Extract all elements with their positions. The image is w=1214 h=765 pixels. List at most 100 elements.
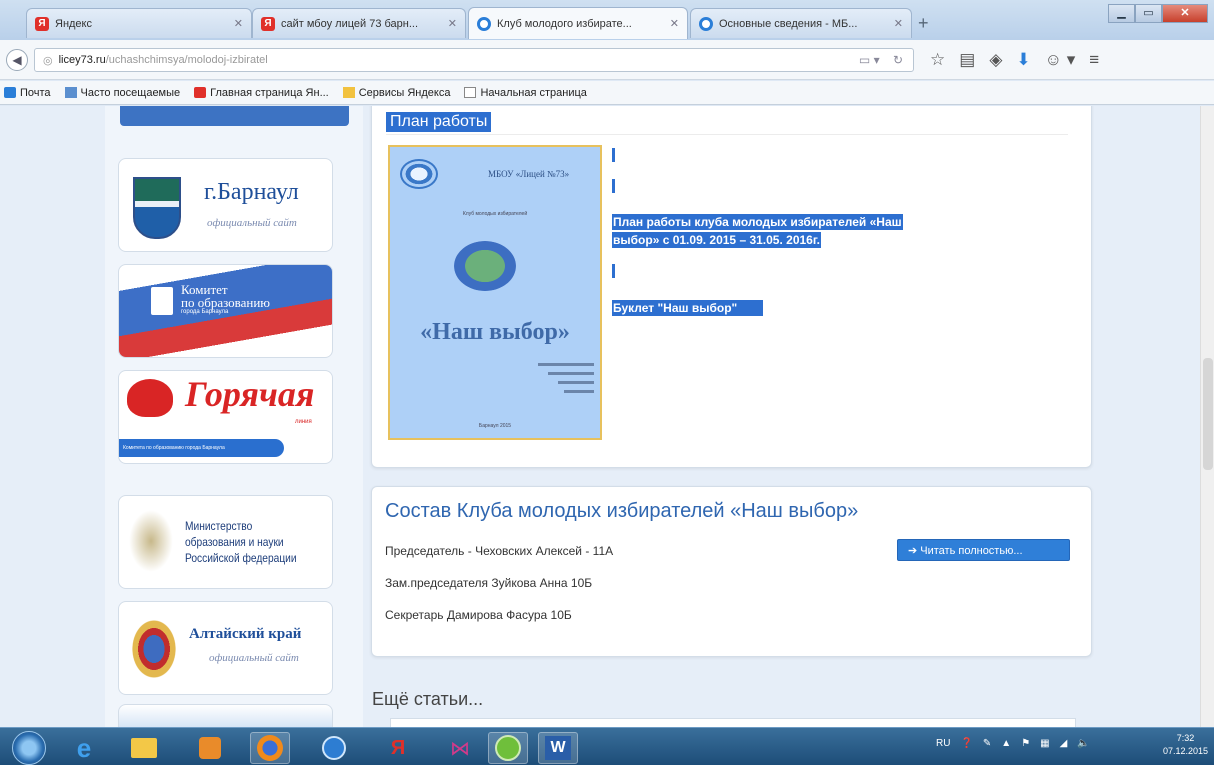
- scrollbar-thumb[interactable]: [1203, 358, 1213, 470]
- selection-mark: [612, 148, 615, 162]
- tab-label: Основные сведения - МБ...: [719, 17, 858, 30]
- star-icon[interactable]: ☆: [930, 50, 945, 70]
- booklet-school: МБОУ «Лицей №73»: [488, 169, 570, 179]
- plan-link-line1[interactable]: План работы клуба молодых избирателей «Н…: [612, 214, 903, 230]
- tab-strip: Я Яндекс ✕ Я сайт мбоу лицей 73 барн... …: [0, 0, 1214, 40]
- network-icon[interactable]: ◢: [1060, 738, 1068, 749]
- internet-explorer-icon[interactable]: e: [64, 732, 104, 764]
- show-hidden-icons-icon[interactable]: ▲: [1001, 738, 1011, 749]
- close-window-button[interactable]: ✕: [1162, 4, 1208, 23]
- clock[interactable]: 7:32 07.12.2015: [1163, 732, 1208, 758]
- back-button[interactable]: ◀: [6, 49, 28, 71]
- booklet-year: Барнаул 2015: [478, 423, 512, 429]
- banner-title: Министерство образования и науки Российс…: [185, 519, 297, 565]
- close-tab-icon[interactable]: ✕: [664, 17, 679, 30]
- sidebar-menu-tail[interactable]: [120, 106, 349, 126]
- volume-icon[interactable]: 🔈: [1077, 738, 1089, 749]
- plan-link-line2[interactable]: выбор» с 01.09. 2015 – 31.05. 2016г.: [612, 232, 821, 248]
- booklet-text-lines: [514, 357, 594, 393]
- bookmarks-list-icon[interactable]: ▤: [959, 50, 975, 70]
- maximize-button[interactable]: ▭: [1135, 4, 1162, 23]
- bookmark-yandex-services[interactable]: Сервисы Яндекса: [342, 87, 450, 99]
- smiley-icon[interactable]: ☺ ▾: [1045, 50, 1076, 70]
- close-tab-icon[interactable]: ✕: [442, 17, 457, 30]
- banner-small: линия: [295, 419, 312, 425]
- banner-education-committee[interactable]: Комитет по образованию города Барнаула: [118, 264, 333, 358]
- folder-icon: [342, 87, 355, 98]
- booklet-link[interactable]: Буклет "Наш выбор": [612, 300, 764, 316]
- club-title[interactable]: Состав Клуба молодых избирателей «Наш вы…: [385, 500, 858, 523]
- banner-pill: Комитета по образованию города Барнаула: [119, 439, 284, 457]
- language-indicator[interactable]: RU: [936, 738, 950, 749]
- pen-icon[interactable]: ✎: [983, 738, 991, 749]
- close-tab-icon[interactable]: ✕: [888, 17, 903, 30]
- vertical-scrollbar[interactable]: [1200, 106, 1214, 727]
- bookmark-start-page[interactable]: Начальная страница: [464, 87, 587, 99]
- utorrent-icon[interactable]: [488, 732, 528, 764]
- bookmarks-bar: Почта Часто посещаемые Главная страница …: [0, 81, 1214, 105]
- speaker-app-icon[interactable]: [314, 732, 354, 764]
- help-icon[interactable]: ❓: [960, 738, 972, 749]
- pocket-icon[interactable]: ◈: [989, 50, 1002, 70]
- windows-taskbar: e Я ⋈ W RU ❓ ✎ ▲ ⚑ ▦ ◢ 🔈 7:32 07.12.2015: [0, 727, 1214, 765]
- file-explorer-icon[interactable]: [124, 732, 164, 764]
- url-host: licey73.ru: [58, 54, 106, 66]
- navigation-bar: ◀ ◎ licey73.ru /uchashchimsya/molodoj-iz…: [0, 40, 1214, 80]
- media-player-icon[interactable]: [190, 732, 230, 764]
- url-path: /uchashchimsya/molodoj-izbiratel: [105, 54, 268, 66]
- phone-icon: [127, 379, 173, 417]
- new-tab-button[interactable]: +: [918, 13, 929, 34]
- site-icon: [699, 16, 713, 31]
- banner-hotline[interactable]: Горячая линия Комитета по образованию го…: [118, 370, 333, 464]
- close-tab-icon[interactable]: ✕: [228, 17, 243, 30]
- banner-altai[interactable]: Алтайский край официальный сайт: [118, 601, 333, 695]
- browser-tab-club[interactable]: Клуб молодого избирате... ✕: [468, 7, 688, 39]
- divider: [386, 134, 1068, 135]
- banner-title: г.Барнаул: [204, 179, 299, 205]
- bookmark-yandex-home[interactable]: Главная страница Ян...: [194, 87, 329, 99]
- keyboard-icon[interactable]: ▦: [1040, 738, 1049, 749]
- banner-ministry[interactable]: Министерство образования и науки Российс…: [118, 495, 333, 589]
- banner-title: Комитет по образованию: [181, 282, 271, 310]
- mail-icon: [4, 87, 16, 98]
- banner-barnaul[interactable]: г.Барнаул официальный сайт: [118, 158, 333, 252]
- browser-tab-yandex[interactable]: Я Яндекс ✕: [26, 8, 252, 38]
- yandex-browser-icon[interactable]: Я: [378, 732, 418, 764]
- yandex-icon: Я: [261, 16, 275, 31]
- site-info-icon[interactable]: ◎: [43, 54, 53, 67]
- selection-mark: [612, 264, 615, 278]
- mail-app-icon[interactable]: ⋈: [440, 732, 480, 764]
- action-center-flag-icon[interactable]: ⚑: [1021, 738, 1030, 749]
- committee-emblem-icon: [151, 287, 173, 315]
- barnaul-coat-of-arms-icon: [133, 177, 181, 239]
- system-tray: RU ❓ ✎ ▲ ⚑ ▦ ◢ 🔈: [936, 738, 1090, 749]
- start-button[interactable]: [12, 731, 46, 765]
- club-emblem-icon: [454, 241, 516, 291]
- word-icon[interactable]: W: [538, 732, 578, 764]
- plan-title: План работы: [386, 112, 492, 132]
- altai-emblem-icon: [129, 616, 179, 682]
- member-line: Секретарь Дамирова Фасура 10Б: [385, 608, 572, 622]
- more-articles-heading: Ещё статьи...: [372, 689, 484, 709]
- firefox-icon[interactable]: [250, 732, 290, 764]
- browser-tab-licey-search[interactable]: Я сайт мбоу лицей 73 барн... ✕: [252, 8, 466, 38]
- bookmark-frequent[interactable]: Часто посещаемые: [64, 87, 180, 99]
- browser-tab-info[interactable]: Основные сведения - МБ... ✕: [690, 8, 912, 38]
- menu-icon[interactable]: ≡: [1089, 50, 1099, 70]
- minimize-button[interactable]: ▁: [1108, 4, 1135, 23]
- booklet-club: Клуб молодых избирателей: [462, 211, 528, 217]
- web-page: г.Барнаул официальный сайт Комитет по об…: [0, 106, 1200, 727]
- bookmark-mail[interactable]: Почта: [4, 87, 51, 99]
- booklet-cover-image[interactable]: МБОУ «Лицей №73» Клуб молодых избирателе…: [388, 145, 602, 440]
- selection-mark: [612, 179, 615, 193]
- russian-eagle-icon: [129, 510, 173, 572]
- address-bar[interactable]: ◎ licey73.ru /uchashchimsya/molodoj-izbi…: [34, 48, 914, 72]
- folder-icon: [64, 87, 77, 98]
- read-more-button[interactable]: ➔ Читать полностью...: [897, 539, 1070, 561]
- reload-icon[interactable]: ▭ ▾ ↻: [859, 53, 903, 67]
- page-icon: [464, 87, 477, 98]
- banner-subtitle: города Барнаула: [181, 309, 229, 315]
- banner-partial[interactable]: [118, 704, 333, 727]
- download-icon[interactable]: ⬇: [1016, 50, 1030, 70]
- site-icon: [477, 16, 491, 31]
